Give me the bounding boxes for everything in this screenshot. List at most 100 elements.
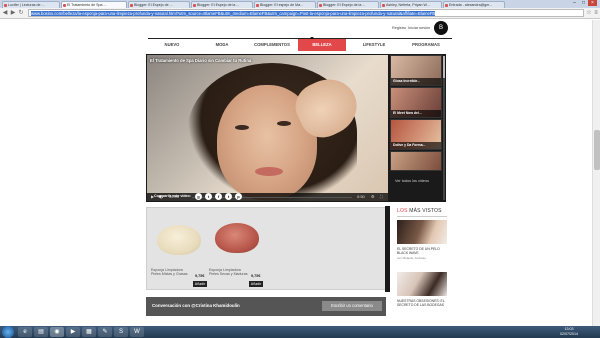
fullscreen-icon[interactable]: ⛶ xyxy=(380,194,383,200)
os-taskbar: e ▤ ◉ ▶ ▦ ✎ S W 13:03 02/07/2014 xyxy=(0,326,600,338)
star-icon[interactable]: ☆ xyxy=(586,10,592,16)
folder-icon[interactable]: ▤ xyxy=(34,327,48,337)
clock-date: 02/07/2014 xyxy=(560,331,578,336)
scrollbar-thumb[interactable] xyxy=(443,56,445,78)
product-image-natural-sponge[interactable] xyxy=(157,225,201,255)
nav-item-moda[interactable]: MODA xyxy=(198,39,246,51)
word-icon[interactable]: W xyxy=(130,327,144,337)
nav-item-belleza[interactable]: BELLEZA xyxy=(298,39,346,51)
close-window-button[interactable]: × xyxy=(588,0,597,6)
write-comment-button[interactable]: Escribir un comentario xyxy=(322,301,382,311)
add-to-cart-button[interactable]: Añadir xyxy=(249,281,263,287)
browser-toolbar: ◀ ▶ ↻ www.bosinx.com/belleza/la-esponja-… xyxy=(0,8,600,19)
menu-icon[interactable]: ≡ xyxy=(593,10,599,16)
share-row: Compartir este video: g t f t p xyxy=(148,192,308,202)
reload-icon[interactable]: ↻ xyxy=(18,10,24,16)
thumb-caption: El Meet Now del... xyxy=(391,110,441,117)
paint-icon[interactable]: ✎ xyxy=(98,327,112,337)
video-frame-eye xyxy=(235,125,249,130)
minimize-button[interactable]: – xyxy=(570,0,579,6)
google-plus-icon[interactable]: g xyxy=(195,193,202,200)
product-price: 9,75€ xyxy=(251,274,261,278)
tab-favicon-icon xyxy=(63,4,66,7)
thumb-caption: Glosa increíble... xyxy=(391,78,441,85)
product-name[interactable]: Esponja Limpiadora Pieles Mixtas y Grasa… xyxy=(151,268,191,277)
browser-tab[interactable]: Blogger: El espejo de Ma... xyxy=(254,1,316,8)
see-all-videos-link[interactable]: Ver todos los videos xyxy=(395,179,429,183)
browser-tab[interactable]: Entrada - alexandra@gm... xyxy=(443,1,505,8)
related-video-thumb[interactable] xyxy=(390,151,442,171)
browser-tab-active[interactable]: El Tratamiento de Spa ... xyxy=(61,1,127,8)
login-link[interactable]: Iniciar sesión xyxy=(408,26,430,30)
page-scrollbar[interactable] xyxy=(592,20,600,326)
browser-tab[interactable]: Blogger: El Espejo de la ... xyxy=(191,1,253,8)
product-name[interactable]: Esponja Limpiadora Pieles Secas y Madura… xyxy=(209,268,249,277)
site-logo[interactable]: B xyxy=(434,21,448,35)
tab-favicon-icon xyxy=(4,4,7,7)
thumb-caption: Dolive y Da Forma... xyxy=(391,142,441,149)
related-video-thumb[interactable]: El Meet Now del... xyxy=(390,87,442,118)
main-nav: NUEVO MODA COMPLEMENTOS BELLEZA LIFESTYL… xyxy=(148,39,452,51)
most-viewed-image[interactable] xyxy=(397,272,447,296)
nav-item-complementos[interactable]: COMPLEMENTOS xyxy=(248,39,296,51)
tab-favicon-icon xyxy=(193,4,196,7)
browser-tab[interactable]: Blogger: El Espejo de ... xyxy=(128,1,190,8)
media-icon[interactable]: ▶ xyxy=(66,327,80,337)
browser-tab-strip: Lucifer | Lecturas de ... El Tratamiento… xyxy=(0,0,600,8)
browser-tab[interactable]: Lucifer | Lecturas de ... xyxy=(2,1,60,8)
video-player[interactable]: El Tratamiento de Spa Diario sin Cambiar… xyxy=(147,55,388,201)
related-video-thumb[interactable]: Glosa increíble... xyxy=(390,55,442,86)
facebook-icon[interactable]: f xyxy=(215,193,222,200)
back-arrow-icon[interactable]: ◀ xyxy=(2,10,8,16)
tab-favicon-icon xyxy=(256,4,259,7)
tumblr-icon[interactable]: t xyxy=(205,193,212,200)
pinterest-icon[interactable]: p xyxy=(235,193,242,200)
page-scrollbar-thumb[interactable] xyxy=(594,130,600,170)
ie-icon[interactable]: e xyxy=(18,327,32,337)
settings-icon[interactable]: ⚙ xyxy=(371,194,375,200)
thumb-image xyxy=(391,152,441,170)
add-to-cart-button[interactable]: Añadir xyxy=(193,281,207,287)
tab-favicon-icon xyxy=(445,4,448,7)
tab-favicon-icon xyxy=(382,4,385,7)
system-clock[interactable]: 13:03 02/07/2014 xyxy=(560,327,578,336)
most-viewed-image[interactable] xyxy=(397,220,447,244)
most-viewed-byline: con Mélanie, Andreas xyxy=(397,256,426,260)
maximize-button[interactable]: □ xyxy=(579,0,588,6)
most-viewed-title[interactable]: EL SECRETO DE UN PELO BLACK WAVE xyxy=(397,247,447,255)
product-price: 9,75€ xyxy=(195,274,205,278)
twitter-icon[interactable]: t xyxy=(225,193,232,200)
tab-favicon-icon xyxy=(319,4,322,7)
product-image-red-sponge[interactable] xyxy=(215,223,259,253)
product-panel: Esponja Limpiadora Pieles Mixtas y Grasa… xyxy=(146,207,386,290)
register-link[interactable]: Registro xyxy=(392,26,406,30)
most-viewed-heading: LOS MÁS VISTOS xyxy=(397,208,442,214)
video-title: El Tratamiento de Spa Diario sin Cambiar… xyxy=(150,58,252,63)
address-bar[interactable]: www.bosinx.com/belleza/la-esponja-para-u… xyxy=(28,9,584,17)
related-video-thumb[interactable]: Dolive y Da Forma... xyxy=(390,119,442,150)
related-videos-scrollbar[interactable] xyxy=(443,56,445,200)
browser-tab[interactable]: Blogger: El Espejo de la ... xyxy=(317,1,379,8)
video-frame-eye xyxy=(277,121,291,126)
url-text: www.bosinx.com/belleza/la-esponja-para-u… xyxy=(31,11,436,16)
product-panel-border xyxy=(385,206,390,292)
conversation-bar: Conversación con @Cristina Khamidoulin E… xyxy=(146,297,386,316)
forward-arrow-icon[interactable]: ▶ xyxy=(10,10,16,16)
browser-tab[interactable]: Ashley, Neferta, Priyan W... xyxy=(380,1,442,8)
calc-icon[interactable]: ▦ xyxy=(82,327,96,337)
chrome-icon[interactable]: ◉ xyxy=(50,327,64,337)
most-viewed-rail: LOS MÁS VISTOS EL SECRETO DE UN PELO BLA… xyxy=(397,208,447,323)
video-frame-lips xyxy=(255,167,283,176)
most-viewed-title[interactable]: NUESTRAS OBSESIONES: EL SECRETO DE LAS B… xyxy=(397,299,447,307)
nav-item-lifestyle[interactable]: LIFESTYLE xyxy=(350,39,398,51)
duration: 0:50 xyxy=(357,194,365,199)
rail-divider xyxy=(397,216,447,217)
nav-item-programas[interactable]: PROGRAMAS xyxy=(402,39,450,51)
skype-icon[interactable]: S xyxy=(114,327,128,337)
nav-item-nuevo[interactable]: NUEVO xyxy=(148,39,196,51)
related-videos: Glosa increíble... El Meet Now del... Do… xyxy=(390,55,442,201)
conversation-label: Conversación con @Cristina Khamidoulin xyxy=(152,303,240,308)
share-label: Compartir este video: xyxy=(154,194,191,198)
video-section: El Tratamiento de Spa Diario sin Cambiar… xyxy=(146,54,446,202)
start-button[interactable] xyxy=(2,326,14,338)
